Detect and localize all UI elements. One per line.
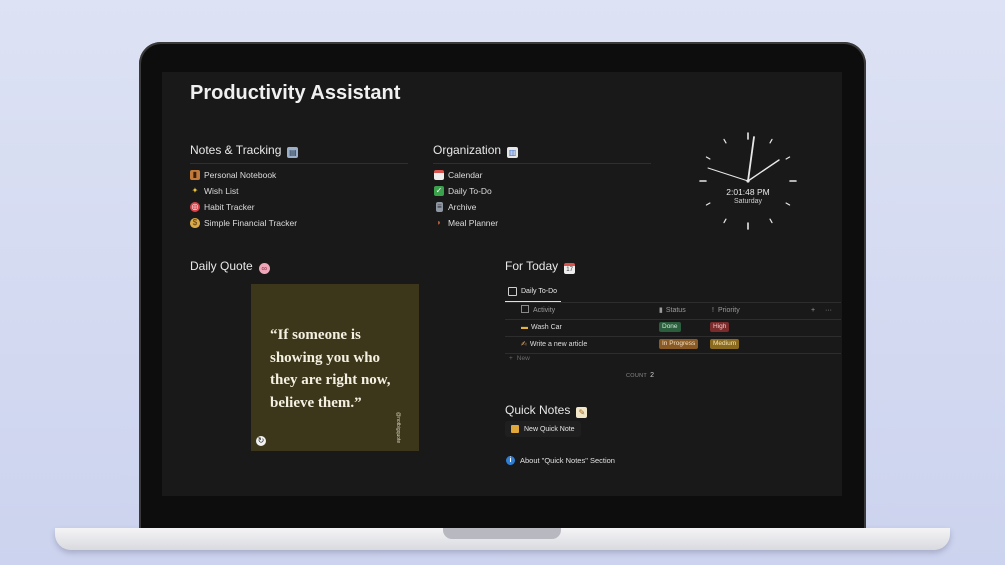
organization-heading: Organization ▥ bbox=[433, 143, 519, 158]
daily-quote-heading: Daily Quote ∞ bbox=[190, 259, 270, 274]
status-badge: In Progress bbox=[659, 339, 699, 350]
priority-property-icon: ! bbox=[712, 307, 714, 314]
quick-notes-heading: Quick Notes ✎ bbox=[505, 403, 588, 418]
memo-icon bbox=[511, 425, 519, 433]
status-property-icon: ▮ bbox=[659, 307, 663, 314]
link-personal-notebook[interactable]: ▮ Personal Notebook bbox=[190, 167, 297, 183]
check-box-icon: ✓ bbox=[434, 186, 444, 196]
table-header: Activity ▮ Status ! Priority + ··· bbox=[505, 303, 841, 320]
priority-cell[interactable]: High bbox=[710, 320, 730, 336]
status-cell[interactable]: In Progress bbox=[659, 337, 699, 353]
for-today-heading: For Today 17 bbox=[505, 259, 576, 274]
column-header-priority[interactable]: ! Priority bbox=[712, 303, 740, 319]
organization-list: Calendar ✓ Daily To-Do ≡ Archive ◗ Meal Pla… bbox=[434, 167, 498, 231]
brain-icon: ∞ bbox=[258, 263, 270, 274]
clock-time: 2:01:48 PM bbox=[726, 187, 770, 197]
calendar-icon bbox=[434, 170, 444, 180]
add-property-icon[interactable]: + bbox=[811, 303, 815, 319]
sponge-icon: ▬ bbox=[521, 324, 528, 331]
analog-clock-widget: 2:01:48 PM Saturday bbox=[697, 130, 799, 232]
row-count: COUNT 2 bbox=[626, 372, 655, 379]
more-options-icon[interactable]: ··· bbox=[825, 303, 832, 319]
link-archive[interactable]: ≡ Archive bbox=[434, 199, 498, 215]
link-meal-planner[interactable]: ◗ Meal Planner bbox=[434, 215, 499, 231]
column-header-activity[interactable]: Activity bbox=[521, 303, 555, 319]
money-bag-icon: $ bbox=[190, 218, 200, 228]
status-badge: Done bbox=[659, 322, 681, 333]
table-row[interactable]: ▬ Wash Car Done High bbox=[505, 320, 841, 337]
quote-text: “If someone is showing you who they are … bbox=[270, 327, 391, 411]
new-row-button[interactable]: + New bbox=[509, 355, 530, 362]
column-header-status[interactable]: ▮ Status bbox=[659, 303, 686, 319]
link-daily-to-do[interactable]: ✓ Daily To-Do bbox=[434, 183, 498, 199]
writing-hand-icon: ✍ bbox=[521, 341, 527, 348]
table-row[interactable]: ✍ Write a new article In Progress Medium bbox=[505, 337, 841, 354]
about-quick-notes-link[interactable]: i About "Quick Notes" Section bbox=[506, 456, 615, 465]
todo-table: Activity ▮ Status ! Priority + ··· ▬ Wash C… bbox=[505, 303, 841, 354]
notebook-icon: ▮ bbox=[190, 170, 200, 180]
tab-daily-to-do[interactable]: Daily To-Do bbox=[505, 287, 557, 296]
notion-page: Productivity Assistant Notes & Tracking ▤… bbox=[162, 72, 842, 496]
activity-cell[interactable]: ✍ Write a new article bbox=[521, 337, 587, 353]
text-property-icon bbox=[521, 305, 529, 313]
notes-tracking-heading: Notes & Tracking ▤ bbox=[190, 143, 299, 158]
notepad-icon: ▤ bbox=[287, 147, 299, 158]
link-simple-financial-tracker[interactable]: $ Simple Financial Tracker bbox=[190, 215, 297, 231]
target-icon: ◎ bbox=[190, 202, 200, 212]
refresh-icon[interactable]: ↻ bbox=[256, 436, 266, 446]
priority-badge: High bbox=[710, 322, 730, 333]
link-wish-list[interactable]: ✦ Wish List bbox=[190, 183, 297, 199]
link-calendar[interactable]: Calendar bbox=[434, 167, 498, 183]
divider bbox=[190, 163, 408, 164]
database-icon bbox=[508, 287, 517, 296]
laptop-notch bbox=[443, 528, 561, 539]
priority-badge: Medium bbox=[710, 339, 740, 350]
divider bbox=[433, 163, 651, 164]
priority-cell[interactable]: Medium bbox=[710, 337, 740, 353]
bar-chart-icon: ▥ bbox=[507, 147, 519, 158]
drumstick-icon: ◗ bbox=[436, 218, 442, 227]
plus-icon: + bbox=[509, 355, 513, 362]
status-cell[interactable]: Done bbox=[659, 320, 681, 336]
quote-card: “If someone is showing you who they are … bbox=[251, 284, 419, 451]
info-icon: i bbox=[506, 456, 515, 465]
notes-tracking-list: ▮ Personal Notebook ✦ Wish List ◎ Habit Tra… bbox=[190, 167, 297, 231]
page-title: Productivity Assistant bbox=[190, 82, 401, 104]
calendar-icon: 17 bbox=[564, 263, 576, 274]
memo-icon: ✎ bbox=[576, 407, 588, 418]
file-cabinet-icon: ≡ bbox=[436, 202, 443, 212]
sparkles-icon: ✦ bbox=[191, 186, 199, 195]
clock-day: Saturday bbox=[733, 198, 763, 205]
link-habit-tracker[interactable]: ◎ Habit Tracker bbox=[190, 199, 297, 215]
quote-handle: @notbigquote bbox=[395, 412, 401, 444]
activity-cell[interactable]: ▬ Wash Car bbox=[521, 320, 562, 336]
new-quick-note-button[interactable]: New Quick Note bbox=[505, 421, 581, 437]
clock-face bbox=[699, 132, 797, 230]
